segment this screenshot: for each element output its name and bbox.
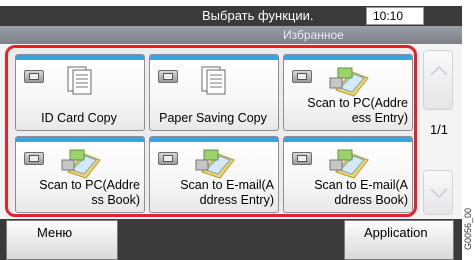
scroll-down-button[interactable] [423, 170, 453, 215]
favorite-tile-id-card-copy[interactable]: ID Card Copy [15, 54, 145, 131]
tile-stripe [16, 137, 144, 142]
tile-label: Scan to E-mail(A ddress Book) [314, 178, 408, 207]
tile-stripe [150, 137, 278, 142]
chevron-up-icon [430, 65, 448, 76]
application-button[interactable]: Application [344, 220, 454, 260]
scan-mode-icon [24, 152, 44, 165]
copy-mode-icon [158, 70, 178, 83]
scroll-up-button[interactable] [423, 50, 453, 110]
favorite-tile-scan-to-email-address-entry[interactable]: Scan to E-mail(A ddress Entry) [149, 136, 279, 213]
chevron-down-icon [430, 188, 448, 199]
favorites-title: Избранное [283, 28, 344, 42]
favorites-screen: Выбрать функции. 10:10 Избранное ID Card… [0, 0, 462, 260]
favorite-tile-scan-to-email-address-book[interactable]: Scan to E-mail(A ddress Book) [283, 136, 413, 213]
copy-documents-icon [201, 66, 226, 95]
figure-code: G0056_00 [463, 207, 473, 250]
tile-label: Scan to PC(Addre ess Entry) [307, 96, 408, 125]
favorite-tile-paper-saving-copy[interactable]: Paper Saving Copy [149, 54, 279, 131]
scan-to-folder-icon [329, 67, 369, 97]
tile-label: Scan to PC(Addre ss Book) [39, 178, 140, 207]
copy-documents-icon [67, 66, 92, 95]
menu-button[interactable]: Меню [6, 220, 118, 260]
scan-mode-icon [292, 152, 312, 165]
copy-mode-icon [24, 70, 44, 83]
favorites-subheader: Избранное [0, 26, 462, 44]
clock-time: 10:10 [373, 9, 404, 23]
favorite-tile-scan-to-pc-address-book[interactable]: Scan to PC(Addre ss Book) [15, 136, 145, 213]
tile-stripe [16, 55, 144, 60]
favorite-tile-scan-to-pc-address-entry[interactable]: Scan to PC(Addre ess Entry) [283, 54, 413, 131]
favorites-panel: ID Card Copy Paper Saving Copy Scan to P… [5, 45, 417, 217]
scan-mode-icon [292, 70, 312, 83]
tile-stripe [284, 55, 412, 60]
tile-label: ID Card Copy [41, 111, 117, 125]
scan-mode-icon [158, 152, 178, 165]
tile-stripe [150, 55, 278, 60]
screen-title: Выбрать функции. [202, 8, 314, 23]
header-bar: Выбрать функции. 10:10 [0, 6, 462, 26]
scan-to-email-icon [195, 149, 235, 179]
menu-button-label: Меню [37, 225, 73, 240]
clock: 10:10 [366, 7, 424, 25]
tile-stripe [284, 137, 412, 142]
tile-label: Scan to E-mail(A ddress Entry) [180, 178, 274, 207]
scan-to-folder-icon [61, 149, 101, 179]
scan-to-email-icon [329, 149, 369, 179]
application-button-label: Application [364, 225, 428, 240]
page-indicator: 1/1 [429, 122, 449, 137]
tile-label: Paper Saving Copy [159, 111, 267, 125]
